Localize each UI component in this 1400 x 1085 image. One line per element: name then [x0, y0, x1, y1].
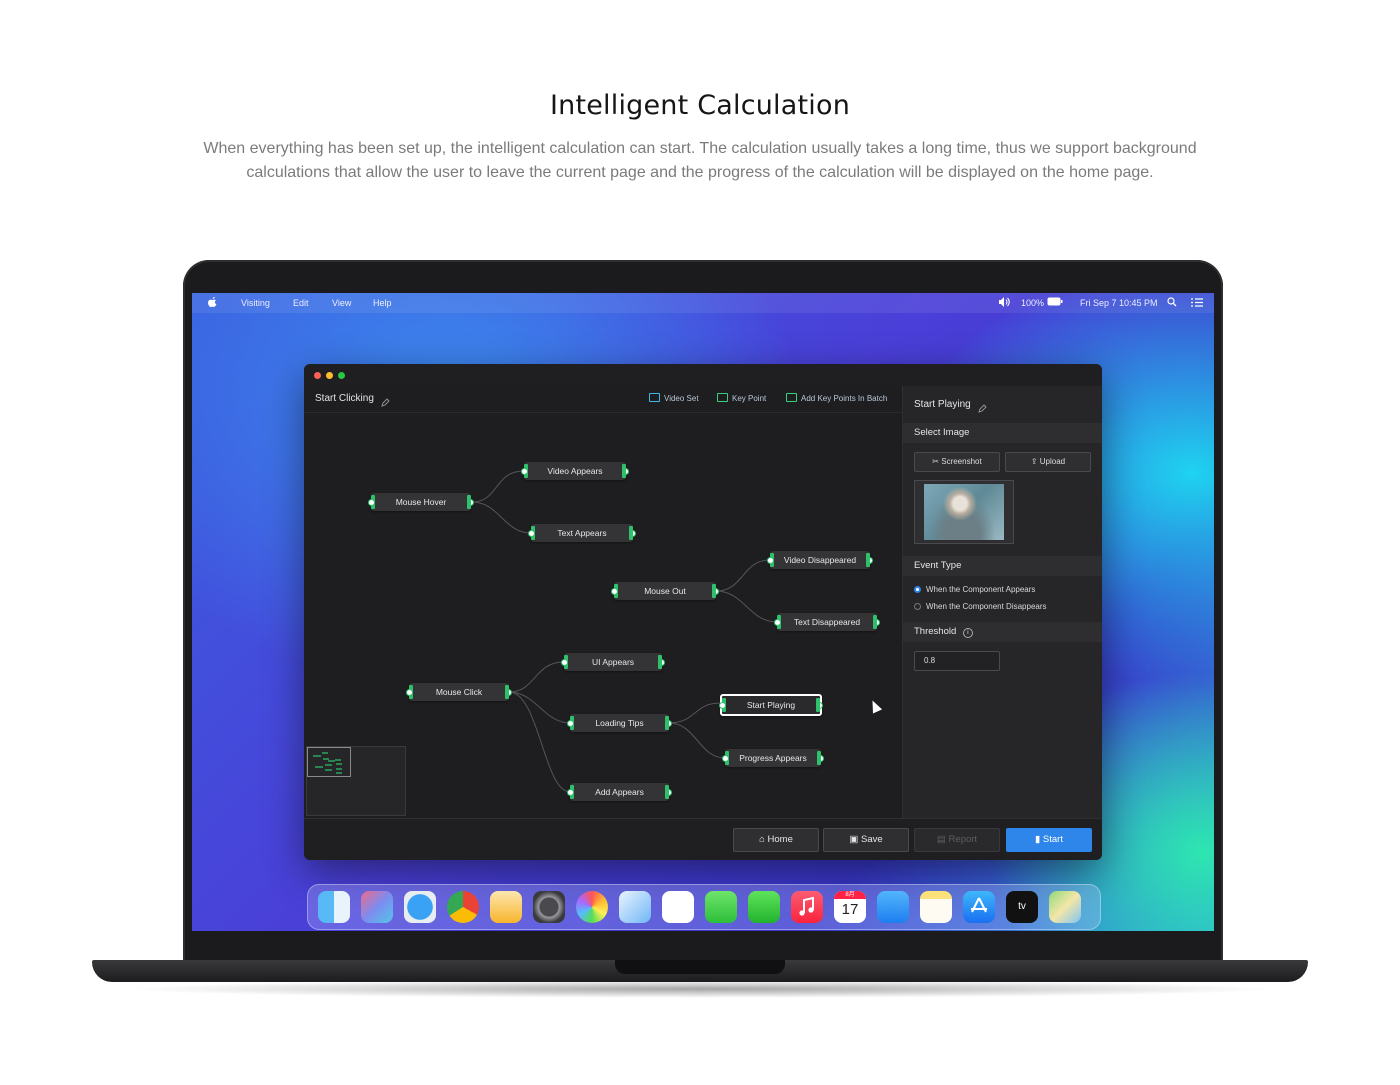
app-window: Start Clicking Video Set Key Point Add K…: [304, 364, 1102, 860]
apple-tv-icon[interactable]: tv: [1006, 891, 1038, 923]
battery-icon[interactable]: [1047, 297, 1063, 308]
system-preferences-icon[interactable]: [533, 891, 565, 923]
notes-icon[interactable]: [920, 891, 952, 923]
node-mouse-hover[interactable]: Mouse Hover: [368, 493, 474, 511]
messages-icon[interactable]: [705, 891, 737, 923]
reminders-icon[interactable]: [662, 891, 694, 923]
menu-view[interactable]: View: [332, 298, 351, 308]
threshold-header: Threshold i: [903, 622, 1102, 642]
dock: 8月 17 tv: [307, 884, 1101, 930]
close-button[interactable]: [314, 372, 321, 379]
flow-canvas[interactable]: Start Clicking Video Set Key Point Add K…: [304, 386, 902, 818]
minimap-viewport[interactable]: [307, 747, 351, 777]
window-footer: ⌂ Home ▣ Save ▤ Report ▮ Start: [304, 818, 1102, 860]
save-icon: ▣: [849, 834, 861, 845]
maps-icon[interactable]: [1049, 891, 1081, 923]
upload-button[interactable]: ⇪ Upload: [1005, 452, 1091, 472]
start-button[interactable]: ▮ Start: [1006, 828, 1092, 852]
node-progress-appears[interactable]: Progress Appears: [722, 749, 824, 767]
save-button[interactable]: ▣ Save: [823, 828, 909, 852]
zoom-button[interactable]: [338, 372, 345, 379]
apple-tv-label: tv: [1018, 901, 1026, 912]
home-button[interactable]: ⌂ Home: [733, 828, 819, 852]
menu-visiting[interactable]: Visiting: [241, 298, 270, 308]
select-image-header: Select Image: [903, 423, 1102, 443]
calendar-month: 8月: [834, 891, 866, 899]
apple-icon[interactable]: [208, 296, 217, 307]
laptop-notch: [615, 960, 785, 974]
canvas-minimap[interactable]: [306, 746, 406, 816]
finder-icon[interactable]: [318, 891, 350, 923]
radio-component-appears[interactable]: When the Component Appears: [914, 585, 1035, 594]
panel-title: Start Playing: [914, 399, 971, 410]
upload-icon: ⇪: [1030, 457, 1040, 466]
node-video-disappeared[interactable]: Video Disappeared: [767, 551, 873, 569]
info-icon[interactable]: i: [962, 628, 973, 638]
menu-help[interactable]: Help: [373, 298, 392, 308]
node-loading-tips[interactable]: Loading Tips: [567, 714, 672, 732]
bar-chart-icon: ▮: [1035, 834, 1043, 845]
properties-panel: Start Playing Select Image ✂ Screenshot …: [902, 386, 1102, 818]
node-video-appears[interactable]: Video Appears: [521, 462, 629, 480]
desktop-screen: Visiting Edit View Help 100% Fri Sep 7 1…: [192, 293, 1214, 931]
menu-edit[interactable]: Edit: [293, 298, 309, 308]
app-store-icon[interactable]: [963, 891, 995, 923]
minimize-button[interactable]: [326, 372, 333, 379]
mail-icon[interactable]: [877, 891, 909, 923]
node-ui-appears[interactable]: UI Appears: [561, 653, 665, 671]
radio-component-disappears[interactable]: When the Component Disappears: [914, 602, 1047, 611]
launchpad-icon[interactable]: [361, 891, 393, 923]
report-button[interactable]: ▤ Report: [914, 828, 1000, 852]
spotlight-icon[interactable]: [1167, 297, 1177, 309]
laptop-shadow: [120, 980, 1280, 998]
node-mouse-out[interactable]: Mouse Out: [611, 582, 719, 600]
window-titlebar: [304, 364, 1102, 386]
node-mouse-click[interactable]: Mouse Click: [406, 683, 512, 701]
calendar-day: 17: [841, 901, 859, 918]
panel-edit-pencil-icon[interactable]: [978, 400, 987, 418]
node-start-playing[interactable]: Start Playing: [719, 694, 823, 716]
event-type-header: Event Type: [903, 556, 1102, 576]
radio-checked-icon: [914, 586, 921, 593]
home-icon: ⌂: [759, 834, 768, 845]
menu-bar: Visiting Edit View Help 100% Fri Sep 7 1…: [192, 293, 1214, 313]
menu-datetime[interactable]: Fri Sep 7 10:45 PM: [1080, 298, 1158, 308]
music-icon[interactable]: [791, 891, 823, 923]
threshold-input[interactable]: 0.8: [914, 651, 1000, 671]
photos-icon[interactable]: [576, 891, 608, 923]
multitasking-icon[interactable]: [619, 891, 651, 923]
minimap-nodes: [313, 752, 342, 774]
radio-unchecked-icon: [914, 603, 921, 610]
node-add-appears[interactable]: Add Appears: [567, 783, 672, 801]
calendar-icon[interactable]: 8月 17: [834, 891, 866, 923]
node-text-appears[interactable]: Text Appears: [528, 524, 636, 542]
page-subtitle: When everything has been set up, the int…: [203, 140, 1197, 181]
node-text-disappeared[interactable]: Text Disappeared: [774, 613, 880, 631]
chrome-icon[interactable]: [447, 891, 479, 923]
facetime-icon[interactable]: [748, 891, 780, 923]
page-title: Intelligent Calculation: [549, 90, 851, 121]
screenshot-button[interactable]: ✂ Screenshot: [914, 452, 1000, 472]
scissors-icon: ✂: [932, 457, 942, 466]
volume-icon[interactable]: [998, 297, 1010, 309]
battery-percent: 100%: [1021, 298, 1045, 308]
safari-icon[interactable]: [404, 891, 436, 923]
control-center-icon[interactable]: [1191, 298, 1203, 309]
astronaut-image: [924, 484, 1004, 540]
sketch-icon[interactable]: [490, 891, 522, 923]
report-icon: ▤: [936, 834, 949, 845]
selected-image-thumbnail[interactable]: [914, 480, 1014, 544]
